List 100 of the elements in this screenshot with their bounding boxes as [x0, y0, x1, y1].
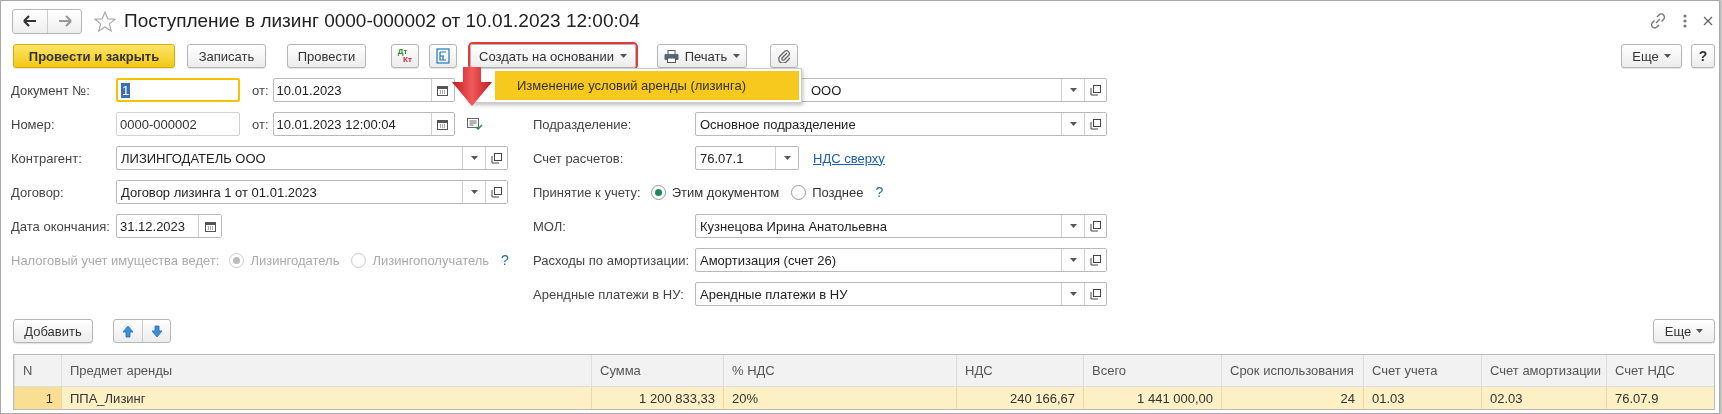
combo-field[interactable]: ЛИЗИНГОДАТЕЛЬ ООО [116, 146, 508, 170]
menu-item[interactable]: Изменение условий аренды (лизинга) [495, 71, 799, 100]
date-field[interactable]: 31.12.2023 [116, 214, 222, 238]
calendar-button[interactable] [430, 113, 454, 135]
link-icon[interactable] [1649, 12, 1667, 30]
column-header[interactable]: N [14, 355, 61, 386]
open-window-icon [1090, 84, 1101, 96]
combo-field[interactable]: 76.07.1 [695, 146, 799, 170]
field-label: Номер: [11, 116, 56, 132]
field-label: Расходы по амортизации: [533, 252, 691, 268]
table-cell: 1 [14, 386, 61, 409]
number-field[interactable]: 1 [116, 78, 240, 102]
more-vertical-icon[interactable] [1683, 14, 1687, 28]
column-header[interactable]: Счет амортизации [1481, 355, 1606, 386]
structure-button[interactable] [429, 44, 457, 68]
field-label: Арендные платежи в НУ: [533, 286, 685, 302]
help-mark[interactable]: ? [875, 184, 884, 200]
combo-field[interactable]: Амортизация (счет 26) [695, 248, 1107, 272]
combo-field[interactable]: Арендные платежи в НУ [695, 282, 1107, 306]
caret-icon [1069, 258, 1077, 262]
paperclip-icon [778, 49, 790, 63]
caret-icon [1069, 122, 1077, 126]
radio-label: Позднее [812, 184, 864, 200]
open-button[interactable] [1084, 283, 1106, 305]
table-cell: 01.03 [1363, 386, 1481, 409]
column-header[interactable]: Всего [1083, 355, 1221, 386]
open-button[interactable] [1084, 113, 1106, 135]
toolbar-button[interactable]: Провести [287, 44, 366, 68]
print-button[interactable]: Печать [657, 44, 747, 68]
column-header[interactable]: Предмет аренды [61, 355, 591, 386]
column-header[interactable]: Счет НДС [1606, 355, 1714, 386]
date-field[interactable]: 10.01.2023 12:00:04 [272, 112, 455, 136]
more-button[interactable]: Еще [1621, 44, 1682, 68]
date-field[interactable]: 10.01.2023 [272, 78, 455, 102]
debit-credit-button[interactable]: Дт Кт [391, 44, 419, 68]
close-icon[interactable] [1703, 16, 1713, 26]
attach-button[interactable] [770, 44, 798, 68]
vat-link[interactable]: НДС сверху [813, 150, 885, 166]
toolbar-button[interactable]: Записать [187, 44, 266, 68]
open-button[interactable] [1084, 79, 1106, 101]
table-cell: 24 [1221, 386, 1363, 409]
calendar-button[interactable] [430, 79, 454, 101]
field-label: Счет расчетов: [533, 150, 625, 166]
pointer-arrow-icon [451, 67, 493, 107]
column-header[interactable]: Сумма [591, 355, 723, 386]
open-window-icon [491, 186, 502, 198]
column-header[interactable]: НДС [956, 355, 1083, 386]
caret-icon [733, 54, 741, 58]
dropdown-button[interactable] [775, 147, 798, 169]
table-cell: 76.07.9 [1606, 386, 1714, 409]
open-window-icon [1090, 118, 1101, 130]
combo-field[interactable]: Договор лизинга 1 от 01.01.2023 [116, 180, 508, 204]
combo-field[interactable]: Кузнецова Ирина Анатольевна [695, 214, 1107, 238]
field-label: Контрагент: [11, 150, 83, 166]
open-window-icon [1090, 220, 1101, 232]
calendar-button[interactable] [198, 215, 221, 237]
document-check-icon [466, 118, 483, 130]
open-button[interactable] [1084, 249, 1106, 271]
printer-icon [663, 49, 679, 63]
calendar-icon [204, 220, 216, 232]
create-based-on-button[interactable]: Создать на основании [470, 44, 636, 68]
window-title: Поступление в лизинг 0000-000002 от 10.01.2023 12:00:04 [124, 10, 640, 32]
radio-button[interactable] [791, 184, 807, 200]
number-field[interactable]: 0000-000002 [116, 112, 240, 136]
radio-button[interactable] [650, 184, 666, 200]
column-header[interactable]: Срок использования [1221, 355, 1363, 386]
back-arrow-icon [23, 15, 37, 27]
column-header[interactable]: Счет учета [1363, 355, 1481, 386]
field-label: Налоговый учет имущества ведет: [11, 252, 220, 268]
field-label: Дата окончания: [11, 218, 111, 234]
column-header[interactable]: % НДС [723, 355, 956, 386]
open-button[interactable] [485, 147, 507, 169]
caret-icon [1069, 292, 1077, 296]
caret-icon [783, 156, 791, 160]
star-icon[interactable] [94, 10, 116, 32]
field-label: от: [252, 82, 269, 98]
field-label: МОЛ: [533, 218, 567, 234]
caret-icon [619, 54, 627, 58]
up-arrow-icon [122, 324, 134, 338]
radio-label: Лизингодатель [250, 252, 340, 268]
table-cell: 240 166,67 [956, 386, 1083, 409]
add-button[interactable]: Добавить [13, 319, 93, 343]
open-button[interactable] [1084, 215, 1106, 237]
caret-icon [1069, 88, 1077, 92]
caret-icon [470, 190, 478, 194]
table-cell: ППА_Лизинг [61, 386, 591, 409]
field-label: Договор: [11, 184, 65, 200]
help-button[interactable]: ? [1691, 44, 1715, 68]
field-label: Принятие к учету: [533, 184, 641, 200]
radio-label: Этим документом [671, 184, 780, 200]
field-label: от: [252, 116, 269, 132]
open-window-icon [1090, 254, 1101, 266]
field-label: Подразделение: [533, 116, 633, 132]
post-and-close-button[interactable]: Провести и закрыть [13, 44, 175, 68]
caret-icon [1069, 224, 1077, 228]
caret-icon [470, 156, 478, 160]
more-button[interactable]: Еще [1653, 319, 1715, 343]
open-button[interactable] [485, 181, 507, 203]
combo-field[interactable]: Основное подразделение [695, 112, 1107, 136]
open-window-icon [491, 152, 502, 164]
